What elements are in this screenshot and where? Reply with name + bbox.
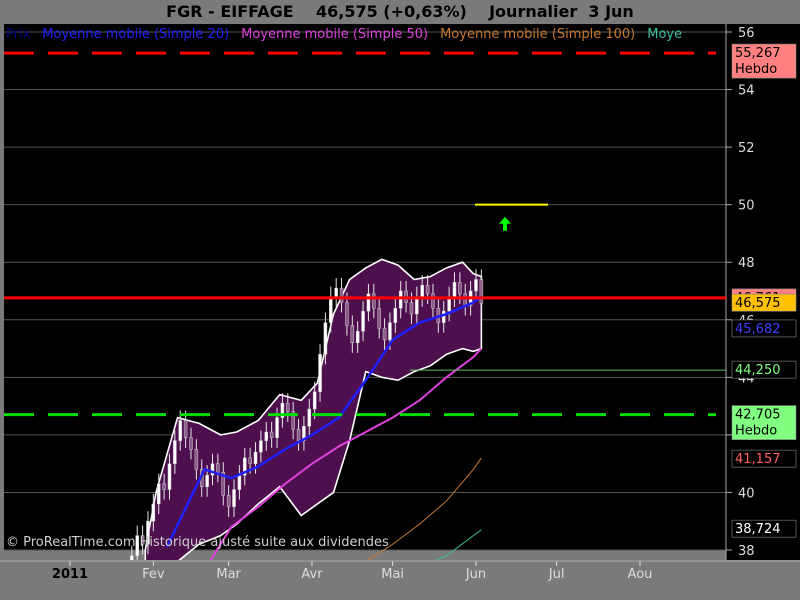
- value-tag: 41,157: [731, 449, 797, 468]
- price-candle: [318, 354, 322, 392]
- y-tick-label: 52: [738, 141, 755, 156]
- price-candle: [269, 431, 274, 439]
- price-candle: [312, 391, 317, 410]
- legend-item-3[interactable]: Moyenne mobile (Simple 100): [440, 27, 635, 42]
- price-candle: [479, 279, 484, 304]
- value-tag-sub: Hebdo: [735, 424, 777, 439]
- price-candle: [286, 402, 290, 413]
- y-tick-label: 40: [738, 486, 755, 501]
- price-candle: [264, 431, 269, 441]
- price-candle: [350, 325, 355, 344]
- price-candle: [355, 331, 360, 344]
- legend-item-0[interactable]: Prix: [6, 27, 31, 42]
- price-candle: [194, 449, 199, 470]
- x-axis: 2011 Fev Mar Avr Mai Jun Jul Aou: [0, 560, 800, 600]
- price-candle: [420, 284, 424, 298]
- price-candle: [393, 308, 398, 323]
- value-tag: 46,575: [731, 293, 797, 312]
- price-candle: [345, 302, 349, 326]
- price-candle: [151, 503, 156, 522]
- x-tick-label: Mai: [381, 567, 404, 582]
- price-candle: [323, 322, 328, 355]
- price-candle: [398, 290, 403, 309]
- price-candle: [339, 287, 344, 303]
- price-candle: [388, 322, 392, 341]
- value-tag-label: 38,724: [735, 522, 781, 537]
- price-candle: [237, 474, 242, 490]
- price-candle: [441, 310, 446, 323]
- price-candle: [296, 428, 301, 441]
- value-tag: 44,250: [731, 360, 797, 379]
- price-candle: [253, 451, 258, 464]
- price-candle: [205, 474, 209, 487]
- x-tick-label: Jul: [548, 567, 565, 582]
- plot-area[interactable]: 3840424446485052545655,267Hebdo46,76146,…: [0, 24, 800, 560]
- price-candle: [307, 408, 312, 427]
- price-candle: [248, 457, 252, 464]
- x-tick-label: Fev: [142, 567, 165, 582]
- value-tag: 42,705Hebdo: [731, 405, 797, 440]
- price-candle: [259, 440, 263, 453]
- price-candle: [474, 279, 478, 292]
- price-candle: [377, 308, 381, 329]
- price-candle: [334, 287, 338, 298]
- price-candle: [425, 284, 430, 295]
- price-candle: [216, 463, 220, 473]
- price-candle: [232, 489, 236, 508]
- value-tag-label: 41,157: [735, 452, 781, 467]
- price-candle: [275, 417, 279, 439]
- y-tick-label: 48: [738, 256, 755, 271]
- chart-title: FGR - EIFFAGE 46,575 (+0,63%) Journalier…: [166, 2, 634, 21]
- y-tick-label: 54: [738, 84, 755, 99]
- x-tick-label: 2011: [52, 567, 88, 582]
- price-candle: [382, 328, 387, 341]
- price-candle: [189, 437, 193, 450]
- x-tick-label: Aou: [628, 567, 653, 582]
- price-candle: [329, 296, 333, 323]
- price-candle: [167, 463, 172, 490]
- legend-item-2[interactable]: Moyenne mobile (Simple 50): [241, 27, 428, 42]
- price-candle: [409, 302, 414, 315]
- price-candle: [178, 420, 182, 441]
- value-tag: 55,267Hebdo: [731, 43, 797, 79]
- value-tag-label: 46,575: [735, 296, 781, 311]
- price-candle: [173, 440, 177, 464]
- x-tick-label: Mar: [216, 567, 241, 582]
- price-candle: [458, 282, 462, 295]
- value-tag: 38,724: [731, 519, 797, 538]
- price-candle: [431, 293, 435, 309]
- value-tag: 45,682: [731, 319, 797, 338]
- value-tag-label: 44,250: [735, 363, 781, 378]
- value-tag-sub: Hebdo: [735, 62, 777, 77]
- y-tick-label: 56: [738, 26, 755, 41]
- y-tick-label: 38: [738, 544, 755, 559]
- price-candle: [463, 293, 467, 306]
- price-candle: [361, 310, 365, 332]
- price-candle: [372, 293, 376, 309]
- y-tick-label: 50: [738, 199, 755, 214]
- chart-window: FGR - EIFFAGE 46,575 (+0,63%) Journalier…: [0, 0, 800, 600]
- price-candle: [156, 483, 161, 505]
- value-tag-label: 55,267: [735, 46, 781, 61]
- legend-item-1[interactable]: Moyenne mobile (Simple 20): [42, 27, 229, 42]
- value-tag-label: 42,705: [735, 408, 781, 423]
- legend-item-4[interactable]: Moye: [647, 27, 682, 42]
- copyright-text: © ProRealTime.com Historique ajusté suit…: [6, 535, 389, 550]
- price-candle: [452, 282, 457, 298]
- x-tick-label: Jun: [465, 567, 486, 582]
- x-tick-label: Avr: [301, 567, 323, 582]
- value-tag-label: 45,682: [735, 322, 781, 337]
- price-candle: [183, 420, 188, 439]
- price-candle: [226, 495, 231, 508]
- price-candle: [162, 483, 166, 490]
